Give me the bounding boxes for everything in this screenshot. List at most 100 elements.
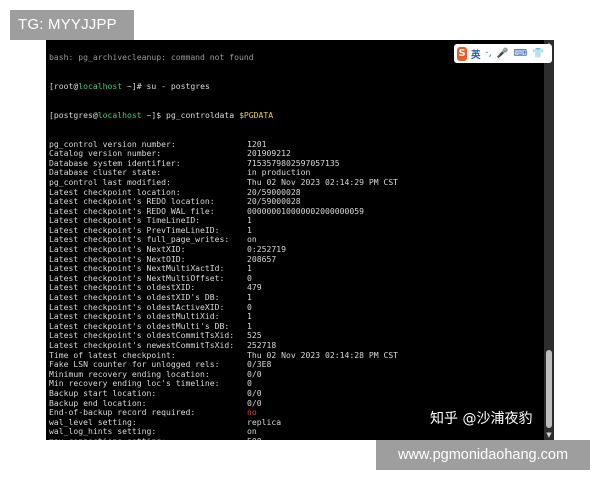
row-key: Min recovery ending loc's timeline:: [49, 379, 220, 389]
row-value: 7153579802597057135: [247, 158, 340, 168]
terminal-row: Latest checkpoint's oldestMulti's DB: 1: [49, 322, 542, 332]
ime-microphone-icon[interactable]: 🎤: [497, 48, 509, 59]
row-key: Latest checkpoint's oldestXID:: [49, 283, 196, 293]
scroll-down-arrow-icon[interactable]: ▼: [544, 430, 554, 440]
screenshot-page: bash: pg_archivecleanup: command not fou…: [0, 0, 600, 480]
prompt-command: ~]# su - postgres: [122, 81, 210, 91]
row-value: no: [247, 408, 257, 418]
terminal-output: bash: pg_archivecleanup: command not fou…: [49, 40, 542, 440]
row-key: Minimum recovery ending location:: [49, 369, 210, 379]
terminal-row: Latest checkpoint's oldestCommitTsXid: 52…: [49, 331, 542, 341]
row-value: 479: [247, 283, 262, 293]
row-key: Latest checkpoint location:: [49, 187, 181, 197]
row-value: 0/0: [247, 369, 262, 379]
row-key: Database system identifier:: [49, 158, 181, 168]
terminal-row: Latest checkpoint location: 20/59000028: [49, 188, 542, 198]
row-value: 1: [247, 312, 252, 322]
row-key: Latest checkpoint's REDO location:: [49, 197, 215, 207]
ime-language-toggle[interactable]: 英: [471, 47, 481, 61]
terminal-scrollbar[interactable]: ▲ ▼: [544, 40, 554, 440]
row-key: Latest checkpoint's NextXID:: [49, 245, 186, 255]
terminal-row: Database system identifier: 7153579802597…: [49, 159, 542, 169]
row-key: Database cluster state:: [49, 168, 162, 178]
watermark-bottom-badge: www.pgmonidaohang.com: [376, 440, 590, 470]
prompt-env-var: $PGDATA: [239, 110, 274, 120]
row-value: 0/3E8: [247, 360, 272, 370]
terminal-row: Latest checkpoint's oldestXID's DB: 1: [49, 293, 542, 303]
row-key: wal_level setting:: [49, 417, 137, 427]
ime-toolbar[interactable]: S 英 ·, 🎤 ⌨ 👕: [454, 44, 552, 63]
prompt-host: localhost: [78, 81, 123, 91]
row-key: pg_control last modified:: [49, 177, 171, 187]
row-value: 1201: [247, 139, 267, 149]
prompt-user: [postgres@: [49, 110, 98, 120]
zhihu-watermark: 知乎 @沙浦夜豹: [430, 411, 533, 427]
ime-skin-icon[interactable]: 👕: [532, 48, 544, 59]
row-value: 000000010000002000000059: [247, 206, 364, 216]
row-value: 0: [247, 273, 252, 283]
sogou-logo-icon[interactable]: S: [457, 46, 468, 61]
row-key: max_connections setting:: [49, 437, 247, 440]
terminal-row: Latest checkpoint's NextOID: 208657: [49, 255, 542, 265]
row-value: replica: [247, 417, 282, 427]
row-value: 208657: [247, 254, 277, 264]
terminal-row: Latest checkpoint's oldestXID: 479: [49, 283, 542, 293]
row-value: 1: [247, 216, 252, 226]
row-key: Latest checkpoint's PrevTimeLineID:: [49, 225, 220, 235]
terminal-row: Latest checkpoint's full_page_writes: on: [49, 235, 542, 245]
terminal-row: Minimum recovery ending location: 0/0: [49, 370, 542, 380]
terminal-row: wal_log_hints setting: on: [49, 427, 542, 437]
row-value: on: [247, 235, 257, 245]
terminal-row: Backup start location: 0/0: [49, 389, 542, 399]
row-key: Catalog version number:: [49, 149, 162, 159]
row-key: Latest checkpoint's NextOID:: [49, 254, 186, 264]
terminal-row: Database cluster state: in production: [49, 168, 542, 178]
row-value: 0: [247, 379, 252, 389]
row-key: Latest checkpoint's oldestCommitTsXid:: [49, 331, 235, 341]
row-key: Latest checkpoint's oldestXID's DB:: [49, 293, 220, 303]
ime-keyboard-icon[interactable]: ⌨: [513, 48, 527, 59]
terminal-row: Latest checkpoint's NextMultiXactId: 1: [49, 264, 542, 274]
row-value: 1: [247, 321, 252, 331]
terminal-row: Catalog version number: 201909212: [49, 149, 542, 159]
row-key: Backup end location:: [49, 398, 147, 408]
scroll-thumb[interactable]: [546, 350, 552, 428]
row-value: Thu 02 Nov 2023 02:14:28 PM CST: [247, 350, 399, 360]
terminal-row: Latest checkpoint's NextMultiOffset: 0: [49, 274, 542, 284]
terminal-row: pg_control last modified: Thu 02 Nov 2023…: [49, 178, 542, 188]
row-value: on: [247, 427, 257, 437]
terminal-prompt-controldata: [postgres@localhost ~]$ pg_controldata $…: [49, 111, 542, 121]
watermark-top-badge: TG: MYYJJPP: [10, 10, 134, 40]
row-key: Latest checkpoint's NextMultiOffset:: [49, 273, 225, 283]
row-key: pg_control version number:: [49, 139, 176, 149]
terminal-row: Latest checkpoint's REDO location: 20/590…: [49, 197, 542, 207]
terminal-row: Backup end location: 0/0: [49, 399, 542, 409]
terminal-window[interactable]: bash: pg_archivecleanup: command not fou…: [46, 40, 554, 440]
row-key: Latest checkpoint's oldestMulti's DB:: [49, 321, 230, 331]
row-key: Latest checkpoint's newestCommitTsXid:: [49, 341, 235, 350]
terminal-row: Latest checkpoint's NextXID: 0:252719: [49, 245, 542, 255]
terminal-row: Fake LSN counter for unlogged rels: 0/3E8: [49, 360, 542, 370]
row-value: 0: [247, 302, 252, 312]
row-key: Latest checkpoint's TimeLineID:: [49, 216, 201, 226]
row-key: Latest checkpoint's REDO WAL file:: [49, 206, 215, 216]
row-value: 1: [247, 225, 252, 235]
terminal-row: pg_control version number: 1201: [49, 140, 542, 150]
ime-punctuation-icon[interactable]: ·,: [486, 48, 492, 59]
row-key: Latest checkpoint's oldestMultiXid:: [49, 312, 220, 322]
row-value: 201909212: [247, 149, 291, 159]
terminal-row: Latest checkpoint's oldestActiveXID: 0: [49, 303, 542, 313]
row-key: End-of-backup record required:: [49, 408, 196, 418]
row-key: Latest checkpoint's full_page_writes:: [49, 235, 230, 245]
row-value: 0/0: [247, 388, 262, 398]
terminal-row: Latest checkpoint's newestCommitTsXid: 25…: [49, 341, 542, 351]
row-value: 20/59000028: [247, 187, 301, 197]
row-value: 525: [247, 331, 262, 341]
row-key: Backup start location:: [49, 388, 157, 398]
row-value: 20/59000028: [247, 197, 301, 207]
row-key: Fake LSN counter for unlogged rels:: [49, 360, 220, 370]
terminal-row: Latest checkpoint's oldestMultiXid: 1: [49, 312, 542, 322]
row-value: 0:252719: [247, 245, 286, 255]
prompt-host: localhost: [97, 110, 142, 120]
terminal-row: Latest checkpoint's TimeLineID: 1: [49, 216, 542, 226]
